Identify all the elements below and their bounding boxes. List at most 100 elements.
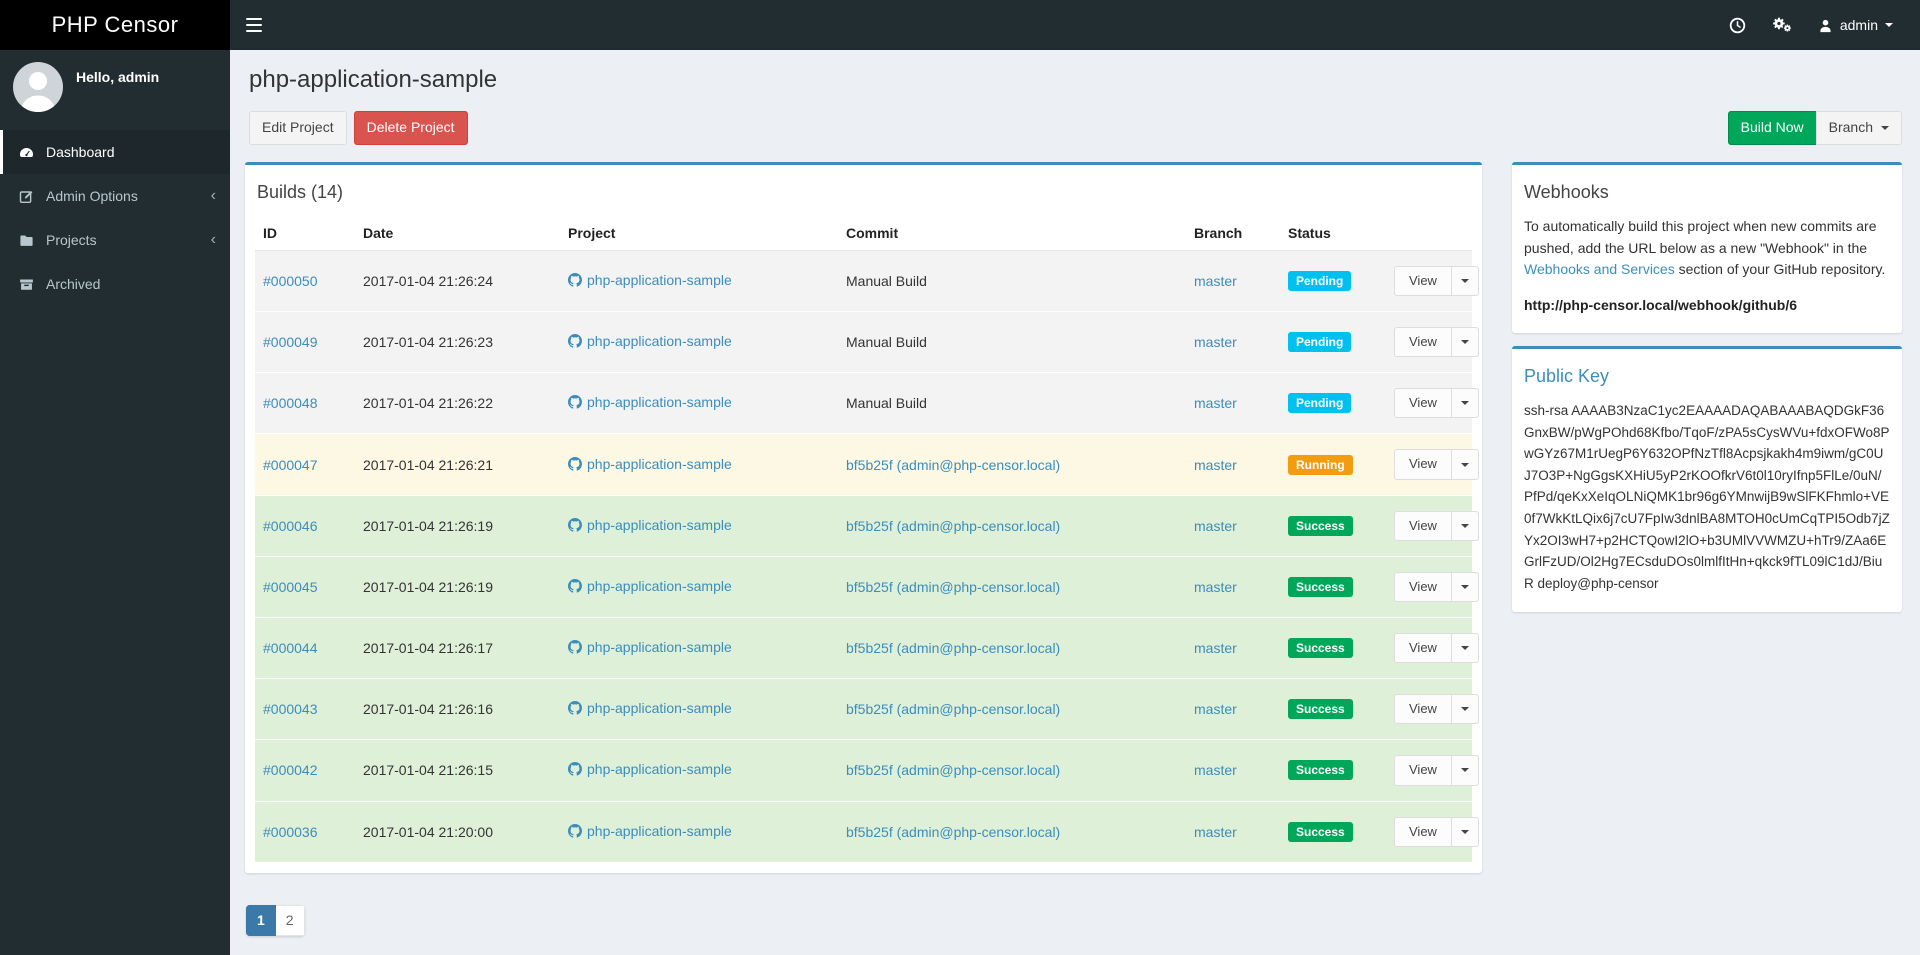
branch-link[interactable]: master	[1194, 518, 1237, 534]
branch-link[interactable]: master	[1194, 457, 1237, 473]
github-icon	[568, 456, 582, 471]
view-button[interactable]: View	[1394, 388, 1452, 419]
build-date: 2017-01-04 21:26:22	[355, 372, 560, 435]
build-id-link[interactable]: #000047	[263, 457, 318, 473]
build-row: #000043 2017-01-04 21:26:16 php-applicat…	[255, 678, 1479, 741]
view-dropdown-button[interactable]	[1450, 510, 1479, 541]
build-id-link[interactable]: #000044	[263, 640, 318, 656]
build-id-link[interactable]: #000050	[263, 273, 318, 289]
build-date: 2017-01-04 21:26:15	[355, 739, 560, 802]
sidebar-item-label: Projects	[46, 232, 97, 248]
caret-down-icon	[1460, 462, 1469, 467]
view-button[interactable]: View	[1394, 816, 1452, 847]
caret-down-icon	[1460, 278, 1469, 283]
build-commit[interactable]: bf5b25f (admin@php-censor.local)	[846, 640, 1060, 656]
view-dropdown-button[interactable]	[1450, 816, 1479, 847]
branch-link[interactable]: master	[1194, 762, 1237, 778]
sidebar-item-dashboard[interactable]: Dashboard	[0, 130, 230, 174]
build-commit[interactable]: bf5b25f (admin@php-censor.local)	[846, 457, 1060, 473]
view-dropdown-button[interactable]	[1450, 571, 1479, 602]
build-id-link[interactable]: #000048	[263, 395, 318, 411]
sidebar-toggle-button[interactable]	[230, 0, 278, 50]
build-id-link[interactable]: #000049	[263, 334, 318, 350]
app-logo[interactable]: PHP Censor	[0, 0, 230, 50]
project-link[interactable]: php-application-sample	[568, 272, 732, 288]
sidebar-item-label: Archived	[46, 276, 101, 292]
build-id-link[interactable]: #000042	[263, 762, 318, 778]
settings-button[interactable]	[1759, 0, 1805, 50]
status-badge: Success	[1288, 760, 1353, 781]
view-button[interactable]: View	[1394, 755, 1452, 786]
view-button[interactable]: View	[1394, 694, 1452, 725]
view-button[interactable]: View	[1394, 633, 1452, 664]
sidebar-item-projects[interactable]: Projects ‹	[0, 218, 230, 262]
branch-link[interactable]: master	[1194, 701, 1237, 717]
branch-link[interactable]: master	[1194, 395, 1237, 411]
pagination-page-2[interactable]: 2	[275, 904, 305, 936]
navbar-main: admin	[230, 0, 1920, 50]
build-queue-button[interactable]	[1716, 0, 1759, 50]
view-button[interactable]: View	[1394, 449, 1452, 480]
build-id-link[interactable]: #000045	[263, 579, 318, 595]
view-dropdown-button[interactable]	[1450, 694, 1479, 725]
project-link[interactable]: php-application-sample	[568, 456, 732, 472]
view-dropdown-button[interactable]	[1450, 388, 1479, 419]
branch-link[interactable]: master	[1194, 334, 1237, 350]
project-link[interactable]: php-application-sample	[568, 517, 732, 533]
project-link[interactable]: php-application-sample	[568, 639, 732, 655]
status-badge: Pending	[1288, 393, 1352, 414]
view-dropdown-button[interactable]	[1450, 449, 1479, 480]
view-button[interactable]: View	[1394, 571, 1452, 602]
col-date: Date	[355, 215, 560, 251]
build-commit: Manual Build	[846, 334, 927, 351]
status-badge: Pending	[1288, 270, 1352, 291]
webhooks-services-link[interactable]: Webhooks and Services	[1524, 261, 1675, 277]
build-commit[interactable]: bf5b25f (admin@php-censor.local)	[846, 579, 1060, 595]
branch-dropdown-button[interactable]: Branch	[1815, 111, 1902, 145]
project-link[interactable]: php-application-sample	[568, 333, 732, 349]
build-now-button[interactable]: Build Now	[1727, 111, 1817, 145]
branch-link[interactable]: master	[1194, 824, 1237, 840]
build-commit[interactable]: bf5b25f (admin@php-censor.local)	[846, 824, 1060, 840]
branch-dropdown-label: Branch	[1828, 119, 1873, 135]
project-link[interactable]: php-application-sample	[568, 823, 732, 839]
build-id-link[interactable]: #000046	[263, 518, 318, 534]
user-menu[interactable]: admin	[1805, 0, 1906, 50]
github-icon	[568, 272, 582, 287]
pagination-page-1[interactable]: 1	[246, 904, 276, 936]
build-commit[interactable]: bf5b25f (admin@php-censor.local)	[846, 762, 1060, 778]
edit-project-button[interactable]: Edit Project	[249, 111, 347, 145]
status-badge: Pending	[1288, 332, 1352, 353]
view-dropdown-button[interactable]	[1450, 327, 1479, 358]
branch-link[interactable]: master	[1194, 579, 1237, 595]
col-branch: Branch	[1186, 215, 1280, 251]
view-dropdown-button[interactable]	[1450, 265, 1479, 297]
chevron-left-icon: ‹	[210, 231, 216, 248]
status-badge: Success	[1288, 638, 1353, 659]
sidebar-item-label: Admin Options	[46, 188, 138, 204]
build-date: 2017-01-04 21:26:24	[355, 250, 560, 313]
build-date: 2017-01-04 21:26:19	[355, 495, 560, 557]
build-commit[interactable]: bf5b25f (admin@php-censor.local)	[846, 701, 1060, 717]
branch-link[interactable]: master	[1194, 640, 1237, 656]
project-link[interactable]: php-application-sample	[568, 700, 732, 716]
project-link[interactable]: php-application-sample	[568, 578, 732, 594]
delete-project-button[interactable]: Delete Project	[353, 111, 468, 145]
sidebar-item-admin-options[interactable]: Admin Options ‹	[0, 174, 230, 218]
project-link[interactable]: php-application-sample	[568, 394, 732, 410]
view-button[interactable]: View	[1394, 510, 1452, 541]
build-id-link[interactable]: #000043	[263, 701, 318, 717]
view-dropdown-button[interactable]	[1450, 633, 1479, 664]
view-button[interactable]: View	[1394, 327, 1452, 358]
branch-link[interactable]: master	[1194, 273, 1237, 289]
build-id-link[interactable]: #000036	[263, 824, 318, 840]
folder-icon	[16, 233, 37, 248]
project-link[interactable]: php-application-sample	[568, 761, 732, 777]
sidebar-greeting: Hello, admin	[76, 69, 160, 85]
build-commit[interactable]: bf5b25f (admin@php-censor.local)	[846, 518, 1060, 534]
view-dropdown-button[interactable]	[1450, 755, 1479, 786]
view-button[interactable]: View	[1394, 265, 1452, 297]
user-name: admin	[1839, 17, 1878, 33]
sidebar-item-archived[interactable]: Archived	[0, 262, 230, 306]
build-row: #000046 2017-01-04 21:26:19 php-applicat…	[255, 495, 1479, 557]
